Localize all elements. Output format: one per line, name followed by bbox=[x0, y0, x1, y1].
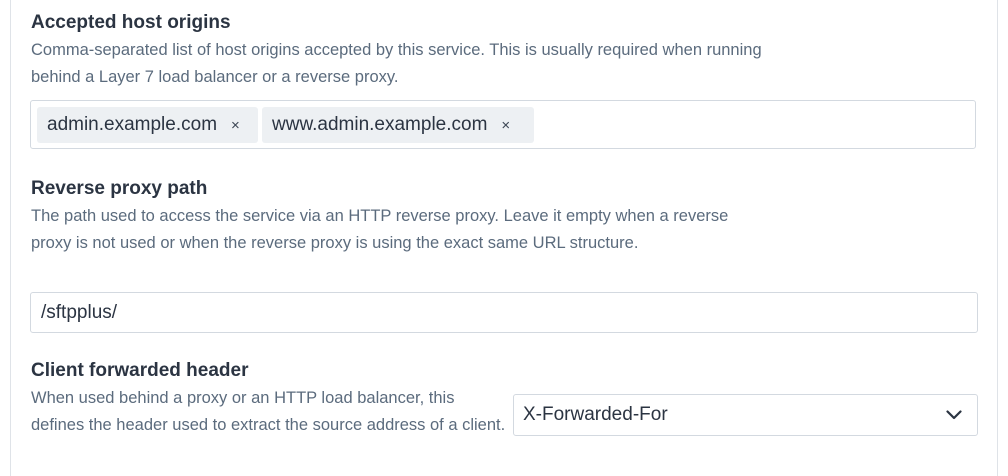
panel-left-border bbox=[10, 0, 11, 476]
reverse-proxy-path-input[interactable] bbox=[30, 292, 978, 333]
reverse-proxy-path-title: Reverse proxy path bbox=[31, 178, 208, 199]
accepted-host-origins-input[interactable]: admin.example.com × www.admin.example.co… bbox=[30, 100, 976, 149]
accepted-host-origins-description: Comma-separated list of host origins acc… bbox=[31, 41, 762, 86]
reverse-proxy-path-description: The path used to access the service via … bbox=[31, 207, 729, 252]
host-origin-tag-label: www.admin.example.com bbox=[272, 114, 488, 135]
remove-tag-icon[interactable]: × bbox=[231, 117, 240, 134]
host-origin-tag: www.admin.example.com × bbox=[262, 107, 534, 143]
client-forwarded-header-select[interactable]: X-Forwarded-For bbox=[513, 394, 978, 436]
settings-panel: Accepted host origins Comma-separated li… bbox=[0, 0, 1008, 476]
client-forwarded-header-selected-value: X-Forwarded-For bbox=[523, 404, 668, 425]
host-origin-tag-label: admin.example.com bbox=[47, 114, 218, 135]
client-forwarded-header-description: When used behind a proxy or an HTTP load… bbox=[31, 389, 506, 434]
chevron-down-icon bbox=[943, 404, 965, 426]
host-origin-tag: admin.example.com × bbox=[37, 107, 258, 143]
panel-right-border bbox=[997, 0, 998, 476]
accepted-host-origins-title: Accepted host origins bbox=[31, 12, 231, 33]
remove-tag-icon[interactable]: × bbox=[501, 117, 510, 134]
client-forwarded-header-title: Client forwarded header bbox=[31, 360, 249, 381]
